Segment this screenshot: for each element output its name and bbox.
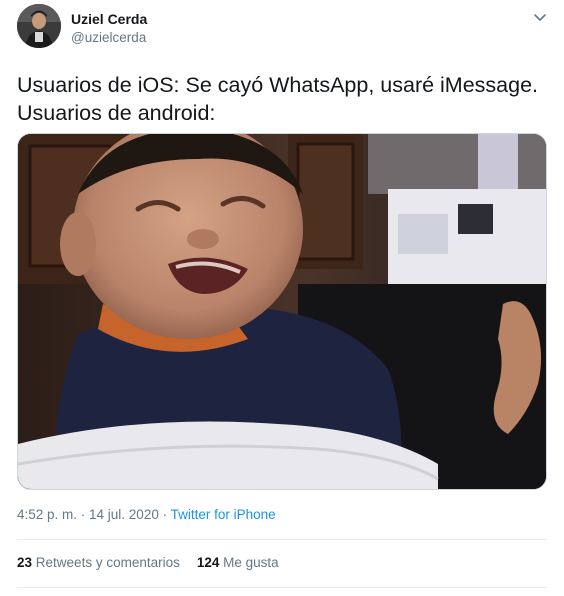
tweet-meta: 4:52 p. m. · 14 jul. 2020 · Twitter for …: [17, 507, 276, 523]
divider: [17, 587, 547, 588]
likes-count: 124: [196, 555, 220, 570]
retweets-stat[interactable]: 23 Retweets y comentarios: [17, 555, 180, 571]
retweets-count: 23: [17, 555, 33, 570]
avatar[interactable]: [17, 4, 61, 48]
tweet-media-video[interactable]: [17, 133, 547, 490]
tweet-text: Usuarios de iOS: Se cayó WhatsApp, usaré…: [17, 71, 547, 127]
author-display-name[interactable]: Uziel Cerda: [71, 11, 147, 27]
tweet-source-link[interactable]: Twitter for iPhone: [171, 507, 276, 522]
meta-separator: ·: [158, 507, 171, 522]
author-handle[interactable]: @uzielcerda: [71, 30, 146, 46]
tweet-timestamp[interactable]: 4:52 p. m. · 14 jul. 2020: [17, 507, 159, 522]
tweet-text-line: Usuarios de iOS: Se cayó WhatsApp, usaré…: [17, 73, 539, 97]
likes-stat[interactable]: 124 Me gusta: [197, 555, 279, 571]
tweet-text-line: Usuarios de android:: [17, 101, 216, 125]
tweet-card: Uziel Cerda @uzielcerda Usuarios de iOS:…: [0, 0, 564, 596]
chevron-down-icon[interactable]: [532, 11, 548, 25]
divider: [17, 539, 547, 540]
likes-label: Me gusta: [223, 555, 279, 570]
tweet-stats: 23 Retweets y comentarios 124 Me gusta: [17, 555, 279, 571]
retweets-label: Retweets y comentarios: [35, 555, 180, 570]
